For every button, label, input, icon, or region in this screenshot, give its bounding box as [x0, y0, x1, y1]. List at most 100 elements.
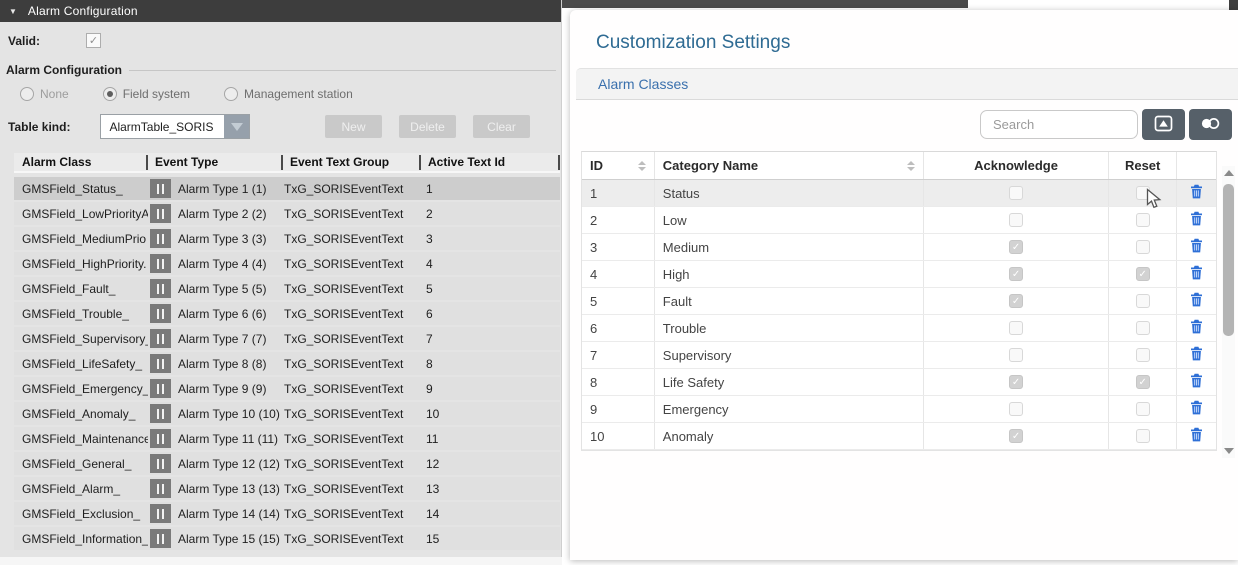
delete-row-button[interactable] — [1190, 319, 1203, 337]
reset-checkbox[interactable] — [1136, 267, 1150, 281]
scroll-up-icon[interactable] — [1224, 170, 1234, 176]
search-input[interactable] — [980, 110, 1138, 139]
table-row[interactable]: GMSField_Trouble_Alarm Type 6 (6)TxG_SOR… — [14, 302, 560, 325]
new-button[interactable]: New — [325, 115, 382, 138]
valid-checkbox[interactable] — [86, 33, 101, 48]
column-id-label: ID — [590, 158, 603, 173]
pause-icon[interactable] — [150, 204, 171, 223]
pause-icon[interactable] — [150, 179, 171, 198]
table-row[interactable]: 4High — [582, 261, 1216, 288]
delete-row-button[interactable] — [1190, 400, 1203, 418]
pause-icon[interactable] — [150, 329, 171, 348]
table-row[interactable]: GMSField_MediumPrioAlarm Type 3 (3)TxG_S… — [14, 227, 560, 250]
scroll-down-icon[interactable] — [1224, 448, 1234, 454]
delete-row-button[interactable] — [1190, 265, 1203, 283]
acknowledge-checkbox[interactable] — [1009, 213, 1023, 227]
pause-icon[interactable] — [150, 404, 171, 423]
panel-header[interactable]: ▼ Alarm Configuration — [0, 0, 561, 22]
delete-row-button[interactable] — [1190, 211, 1203, 229]
category-name-cell: Emergency — [654, 396, 923, 422]
table-row[interactable]: 2Low — [582, 207, 1216, 234]
tab-alarm-classes[interactable]: Alarm Classes — [576, 68, 1238, 100]
delete-button[interactable]: Delete — [399, 115, 456, 138]
pause-icon[interactable] — [150, 479, 171, 498]
reset-checkbox[interactable] — [1136, 240, 1150, 254]
table-row[interactable]: 3Medium — [582, 234, 1216, 261]
pause-icon[interactable] — [150, 529, 171, 548]
table-row[interactable]: 7Supervisory — [582, 342, 1216, 369]
reset-checkbox[interactable] — [1136, 321, 1150, 335]
acknowledge-checkbox[interactable] — [1009, 348, 1023, 362]
toggle-view-button[interactable] — [1189, 109, 1232, 140]
event-type-cell: Alarm Type 4 (4) — [171, 257, 281, 271]
pause-icon[interactable] — [150, 279, 171, 298]
table-row[interactable]: GMSField_Status_Alarm Type 1 (1)TxG_SORI… — [14, 177, 560, 200]
table-row[interactable]: 10Anomaly — [582, 423, 1216, 450]
acknowledge-checkbox[interactable] — [1009, 186, 1023, 200]
column-id[interactable]: ID — [582, 152, 654, 179]
collapse-icon[interactable]: ▼ — [9, 7, 17, 16]
table-row[interactable]: GMSField_Information_Alarm Type 15 (15)T… — [14, 527, 560, 550]
delete-row-button[interactable] — [1190, 184, 1203, 202]
table-row[interactable]: GMSField_Anomaly_Alarm Type 10 (10)TxG_S… — [14, 402, 560, 425]
table-row[interactable]: 1Status — [582, 180, 1216, 207]
sort-icon[interactable] — [907, 161, 915, 171]
pause-icon[interactable] — [150, 379, 171, 398]
radio-none[interactable]: None — [20, 87, 69, 101]
pause-icon[interactable] — [150, 429, 171, 448]
table-row[interactable]: GMSField_HighPriority.Alarm Type 4 (4)Tx… — [14, 252, 560, 275]
scroll-thumb[interactable] — [1223, 184, 1234, 336]
delete-row-button[interactable] — [1190, 373, 1203, 391]
active-text-id-cell: 9 — [418, 382, 560, 396]
delete-row-button[interactable] — [1190, 427, 1203, 445]
table-row[interactable]: GMSField_Supervisory_Alarm Type 7 (7)TxG… — [14, 327, 560, 350]
pause-icon[interactable] — [150, 304, 171, 323]
table-row[interactable]: 8Life Safety — [582, 369, 1216, 396]
pause-icon[interactable] — [150, 229, 171, 248]
acknowledge-checkbox[interactable] — [1009, 402, 1023, 416]
upload-button[interactable] — [1142, 109, 1185, 140]
clear-button[interactable]: Clear — [473, 115, 530, 138]
acknowledge-checkbox[interactable] — [1009, 321, 1023, 335]
vertical-scrollbar[interactable] — [1222, 166, 1235, 458]
acknowledge-checkbox[interactable] — [1009, 429, 1023, 443]
pause-icon[interactable] — [150, 254, 171, 273]
reset-checkbox[interactable] — [1136, 348, 1150, 362]
event-text-group-cell: TxG_SORISEventText — [281, 532, 418, 546]
table-row[interactable]: GMSField_LowPriorityAAlarm Type 2 (2)TxG… — [14, 202, 560, 225]
table-row[interactable]: GMSField_Fault_Alarm Type 5 (5)TxG_SORIS… — [14, 277, 560, 300]
table-row[interactable]: GMSField_General_Alarm Type 12 (12)TxG_S… — [14, 452, 560, 475]
acknowledge-checkbox[interactable] — [1009, 294, 1023, 308]
valid-row: Valid: — [8, 33, 101, 48]
acknowledge-checkbox[interactable] — [1009, 240, 1023, 254]
sort-icon[interactable] — [638, 161, 646, 171]
acknowledge-checkbox[interactable] — [1009, 375, 1023, 389]
table-row[interactable]: GMSField_Alarm_Alarm Type 13 (13)TxG_SOR… — [14, 477, 560, 500]
radio-field-system[interactable]: Field system — [103, 87, 190, 101]
reset-cell — [1108, 315, 1176, 341]
table-row[interactable]: GMSField_Exclusion_Alarm Type 14 (14)TxG… — [14, 502, 560, 525]
column-category-name[interactable]: Category Name — [654, 152, 923, 179]
event-type-cell: Alarm Type 11 (11) — [171, 432, 281, 446]
radio-management-station[interactable]: Management station — [224, 87, 353, 101]
delete-row-button[interactable] — [1190, 292, 1203, 310]
table-row[interactable]: GMSField_MaintenanceAlarm Type 11 (11)Tx… — [14, 427, 560, 450]
reset-checkbox[interactable] — [1136, 294, 1150, 308]
table-row[interactable]: 9Emergency — [582, 396, 1216, 423]
table-kind-dropdown[interactable]: AlarmTable_SORIS — [100, 114, 250, 139]
table-row[interactable]: 5Fault — [582, 288, 1216, 315]
delete-row-button[interactable] — [1190, 238, 1203, 256]
table-row[interactable]: GMSField_Emergency_Alarm Type 9 (9)TxG_S… — [14, 377, 560, 400]
pause-icon[interactable] — [150, 504, 171, 523]
dropdown-arrow-icon[interactable] — [224, 115, 249, 138]
acknowledge-checkbox[interactable] — [1009, 267, 1023, 281]
delete-row-button[interactable] — [1190, 346, 1203, 364]
pause-icon[interactable] — [150, 354, 171, 373]
reset-checkbox[interactable] — [1136, 375, 1150, 389]
acknowledge-cell — [923, 315, 1108, 341]
table-row[interactable]: 6Trouble — [582, 315, 1216, 342]
pause-icon[interactable] — [150, 454, 171, 473]
table-row[interactable]: GMSField_LifeSafety_Alarm Type 8 (8)TxG_… — [14, 352, 560, 375]
reset-checkbox[interactable] — [1136, 402, 1150, 416]
reset-checkbox[interactable] — [1136, 429, 1150, 443]
